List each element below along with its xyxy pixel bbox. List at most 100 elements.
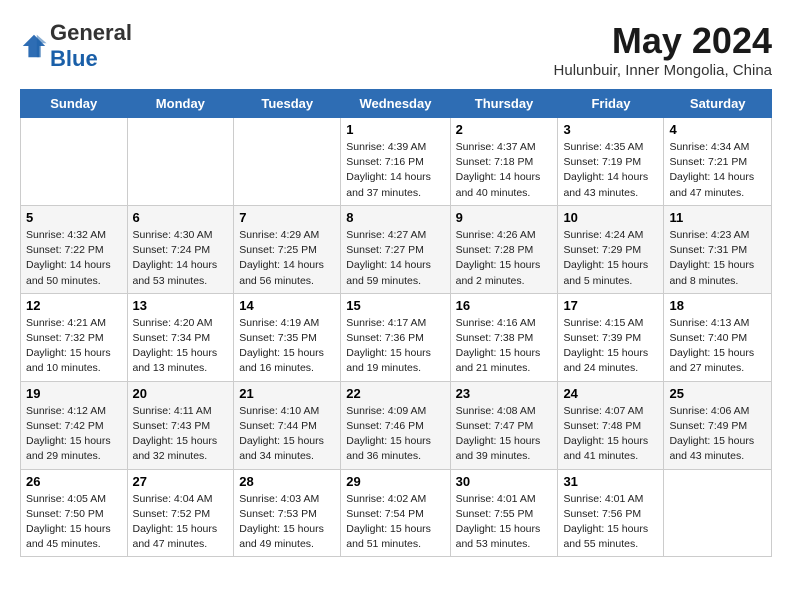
day-info: Sunrise: 4:03 AMSunset: 7:53 PMDaylight:…: [239, 492, 335, 553]
day-number: 25: [669, 386, 766, 401]
day-number: 11: [669, 210, 766, 225]
day-number: 6: [133, 210, 229, 225]
calendar-cell: 4 Sunrise: 4:34 AMSunset: 7:21 PMDaylight…: [664, 118, 772, 206]
day-number: 13: [133, 298, 229, 313]
day-number: 29: [346, 474, 444, 489]
day-info: Sunrise: 4:09 AMSunset: 7:46 PMDaylight:…: [346, 404, 444, 465]
day-info: Sunrise: 4:39 AMSunset: 7:16 PMDaylight:…: [346, 140, 444, 201]
calendar-cell: 13Sunrise: 4:20 AMSunset: 7:34 PMDayligh…: [127, 293, 234, 381]
day-number: 12: [26, 298, 122, 313]
page-header: General Blue May 2024 Hulunbuir, Inner M…: [20, 20, 772, 79]
calendar-cell: 28Sunrise: 4:03 AMSunset: 7:53 PMDayligh…: [234, 469, 341, 557]
header-monday: Monday: [127, 90, 234, 118]
day-info: Sunrise: 4:21 AMSunset: 7:32 PMDaylight:…: [26, 316, 122, 377]
day-info: Sunrise: 4:12 AMSunset: 7:42 PMDaylight:…: [26, 404, 122, 465]
header-thursday: Thursday: [450, 90, 558, 118]
day-info: Sunrise: 4:29 AMSunset: 7:25 PMDaylight:…: [239, 228, 335, 289]
day-number: 17: [563, 298, 658, 313]
day-number: 20: [133, 386, 229, 401]
calendar-cell: [127, 118, 234, 206]
day-info: Sunrise: 4:37 AMSunset: 7:18 PMDaylight:…: [456, 140, 553, 201]
calendar-cell: 16Sunrise: 4:16 AMSunset: 7:38 PMDayligh…: [450, 293, 558, 381]
header-wednesday: Wednesday: [341, 90, 450, 118]
calendar-cell: 8Sunrise: 4:27 AMSunset: 7:27 PMDaylight…: [341, 205, 450, 293]
calendar-cell: 14 Sunrise: 4:19 AMSunset: 7:35 PMDayligh…: [234, 293, 341, 381]
location-subtitle: Hulunbuir, Inner Mongolia, China: [554, 62, 772, 79]
week-row-4: 19 Sunrise: 4:12 AMSunset: 7:42 PMDayligh…: [21, 381, 772, 469]
day-info: Sunrise: 4:17 AMSunset: 7:36 PMDaylight:…: [346, 316, 444, 377]
day-info: Sunrise: 4:15 AMSunset: 7:39 PMDaylight:…: [563, 316, 658, 377]
day-number: 18: [669, 298, 766, 313]
calendar-body: 1 Sunrise: 4:39 AMSunset: 7:16 PMDaylight…: [21, 118, 772, 557]
day-info: Sunrise: 4:01 AMSunset: 7:55 PMDaylight:…: [456, 492, 553, 553]
calendar-cell: 26 Sunrise: 4:05 AMSunset: 7:50 PMDayligh…: [21, 469, 128, 557]
header-row: SundayMondayTuesdayWednesdayThursdayFrid…: [21, 90, 772, 118]
day-info: Sunrise: 4:05 AMSunset: 7:50 PMDaylight:…: [26, 492, 122, 553]
calendar-cell: 7 Sunrise: 4:29 AMSunset: 7:25 PMDaylight…: [234, 205, 341, 293]
week-row-5: 26 Sunrise: 4:05 AMSunset: 7:50 PMDayligh…: [21, 469, 772, 557]
day-info: Sunrise: 4:35 AMSunset: 7:19 PMDaylight:…: [563, 140, 658, 201]
calendar-cell: 23Sunrise: 4:08 AMSunset: 7:47 PMDayligh…: [450, 381, 558, 469]
calendar-cell: 10 Sunrise: 4:24 AMSunset: 7:29 PMDayligh…: [558, 205, 664, 293]
day-number: 19: [26, 386, 122, 401]
header-saturday: Saturday: [664, 90, 772, 118]
day-number: 1: [346, 122, 444, 137]
day-number: 22: [346, 386, 444, 401]
day-info: Sunrise: 4:27 AMSunset: 7:27 PMDaylight:…: [346, 228, 444, 289]
day-number: 14: [239, 298, 335, 313]
calendar-cell: [234, 118, 341, 206]
day-number: 7: [239, 210, 335, 225]
calendar-cell: 6Sunrise: 4:30 AMSunset: 7:24 PMDaylight…: [127, 205, 234, 293]
day-info: Sunrise: 4:07 AMSunset: 7:48 PMDaylight:…: [563, 404, 658, 465]
calendar-cell: 9 Sunrise: 4:26 AMSunset: 7:28 PMDaylight…: [450, 205, 558, 293]
calendar-cell: [664, 469, 772, 557]
calendar-cell: 2 Sunrise: 4:37 AMSunset: 7:18 PMDaylight…: [450, 118, 558, 206]
calendar-cell: 29 Sunrise: 4:02 AMSunset: 7:54 PMDayligh…: [341, 469, 450, 557]
calendar-table: SundayMondayTuesdayWednesdayThursdayFrid…: [20, 89, 772, 557]
calendar-cell: 19 Sunrise: 4:12 AMSunset: 7:42 PMDayligh…: [21, 381, 128, 469]
calendar-cell: 27Sunrise: 4:04 AMSunset: 7:52 PMDayligh…: [127, 469, 234, 557]
day-number: 31: [563, 474, 658, 489]
day-number: 15: [346, 298, 444, 313]
calendar-cell: 17 Sunrise: 4:15 AMSunset: 7:39 PMDayligh…: [558, 293, 664, 381]
calendar-cell: 1 Sunrise: 4:39 AMSunset: 7:16 PMDaylight…: [341, 118, 450, 206]
day-info: Sunrise: 4:02 AMSunset: 7:54 PMDaylight:…: [346, 492, 444, 553]
day-info: Sunrise: 4:08 AMSunset: 7:47 PMDaylight:…: [456, 404, 553, 465]
day-info: Sunrise: 4:23 AMSunset: 7:31 PMDaylight:…: [669, 228, 766, 289]
day-number: 21: [239, 386, 335, 401]
calendar-cell: 15 Sunrise: 4:17 AMSunset: 7:36 PMDayligh…: [341, 293, 450, 381]
day-number: 10: [563, 210, 658, 225]
logo-icon: [20, 32, 48, 60]
day-number: 30: [456, 474, 553, 489]
logo-general-text: General: [50, 20, 132, 45]
day-info: Sunrise: 4:26 AMSunset: 7:28 PMDaylight:…: [456, 228, 553, 289]
day-info: Sunrise: 4:10 AMSunset: 7:44 PMDaylight:…: [239, 404, 335, 465]
day-info: Sunrise: 4:32 AMSunset: 7:22 PMDaylight:…: [26, 228, 122, 289]
day-info: Sunrise: 4:19 AMSunset: 7:35 PMDaylight:…: [239, 316, 335, 377]
calendar-header: SundayMondayTuesdayWednesdayThursdayFrid…: [21, 90, 772, 118]
logo: General Blue: [20, 20, 132, 72]
calendar-cell: [21, 118, 128, 206]
day-number: 4: [669, 122, 766, 137]
day-number: 16: [456, 298, 553, 313]
logo-blue-text: Blue: [50, 46, 98, 71]
day-info: Sunrise: 4:01 AMSunset: 7:56 PMDaylight:…: [563, 492, 658, 553]
calendar-cell: 25Sunrise: 4:06 AMSunset: 7:49 PMDayligh…: [664, 381, 772, 469]
day-info: Sunrise: 4:13 AMSunset: 7:40 PMDaylight:…: [669, 316, 766, 377]
title-block: May 2024 Hulunbuir, Inner Mongolia, Chin…: [554, 20, 772, 79]
calendar-cell: 5Sunrise: 4:32 AMSunset: 7:22 PMDaylight…: [21, 205, 128, 293]
day-number: 26: [26, 474, 122, 489]
day-info: Sunrise: 4:34 AMSunset: 7:21 PMDaylight:…: [669, 140, 766, 201]
calendar-cell: 18 Sunrise: 4:13 AMSunset: 7:40 PMDayligh…: [664, 293, 772, 381]
week-row-3: 12 Sunrise: 4:21 AMSunset: 7:32 PMDayligh…: [21, 293, 772, 381]
day-number: 9: [456, 210, 553, 225]
day-info: Sunrise: 4:11 AMSunset: 7:43 PMDaylight:…: [133, 404, 229, 465]
calendar-cell: 12 Sunrise: 4:21 AMSunset: 7:32 PMDayligh…: [21, 293, 128, 381]
calendar-cell: 21 Sunrise: 4:10 AMSunset: 7:44 PMDayligh…: [234, 381, 341, 469]
calendar-cell: 24Sunrise: 4:07 AMSunset: 7:48 PMDayligh…: [558, 381, 664, 469]
calendar-cell: 30 Sunrise: 4:01 AMSunset: 7:55 PMDayligh…: [450, 469, 558, 557]
day-number: 2: [456, 122, 553, 137]
day-info: Sunrise: 4:24 AMSunset: 7:29 PMDaylight:…: [563, 228, 658, 289]
day-info: Sunrise: 4:04 AMSunset: 7:52 PMDaylight:…: [133, 492, 229, 553]
calendar-cell: 22 Sunrise: 4:09 AMSunset: 7:46 PMDayligh…: [341, 381, 450, 469]
